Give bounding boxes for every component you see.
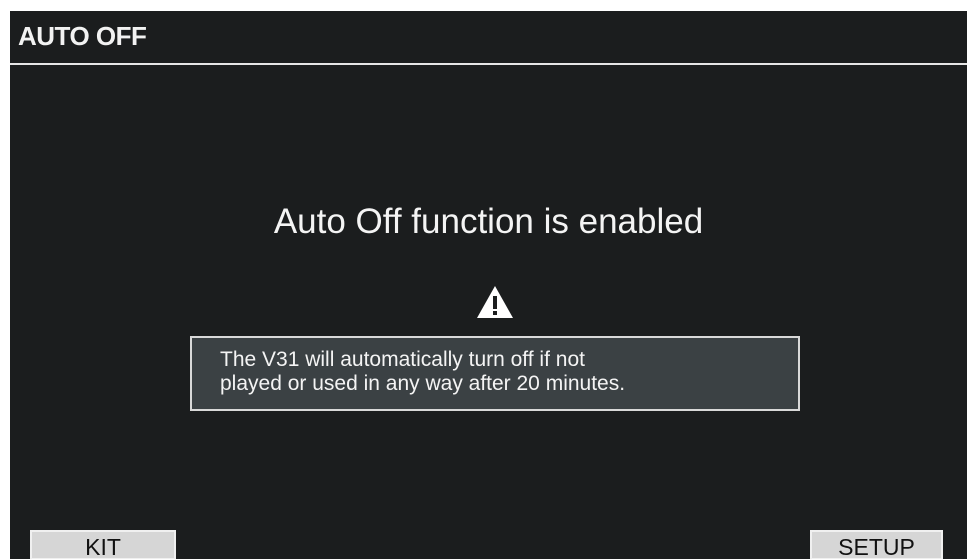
screen-title: AUTO OFF: [18, 21, 147, 51]
kit-button[interactable]: KIT: [30, 530, 176, 559]
warning-triangle-icon: [477, 286, 513, 318]
screen-header: AUTO OFF: [10, 11, 967, 65]
info-line-1: The V31 will automatically turn off if n…: [220, 348, 585, 371]
auto-off-message: Auto Off function is enabled: [273, 202, 704, 241]
display-screen: AUTO OFF Auto Off function is enabled Th…: [10, 11, 967, 559]
setup-button[interactable]: SETUP: [810, 530, 943, 559]
info-line-2: played or used in any way after 20 minut…: [220, 372, 626, 395]
info-message-box: The V31 will automatically turn off if n…: [190, 336, 800, 411]
